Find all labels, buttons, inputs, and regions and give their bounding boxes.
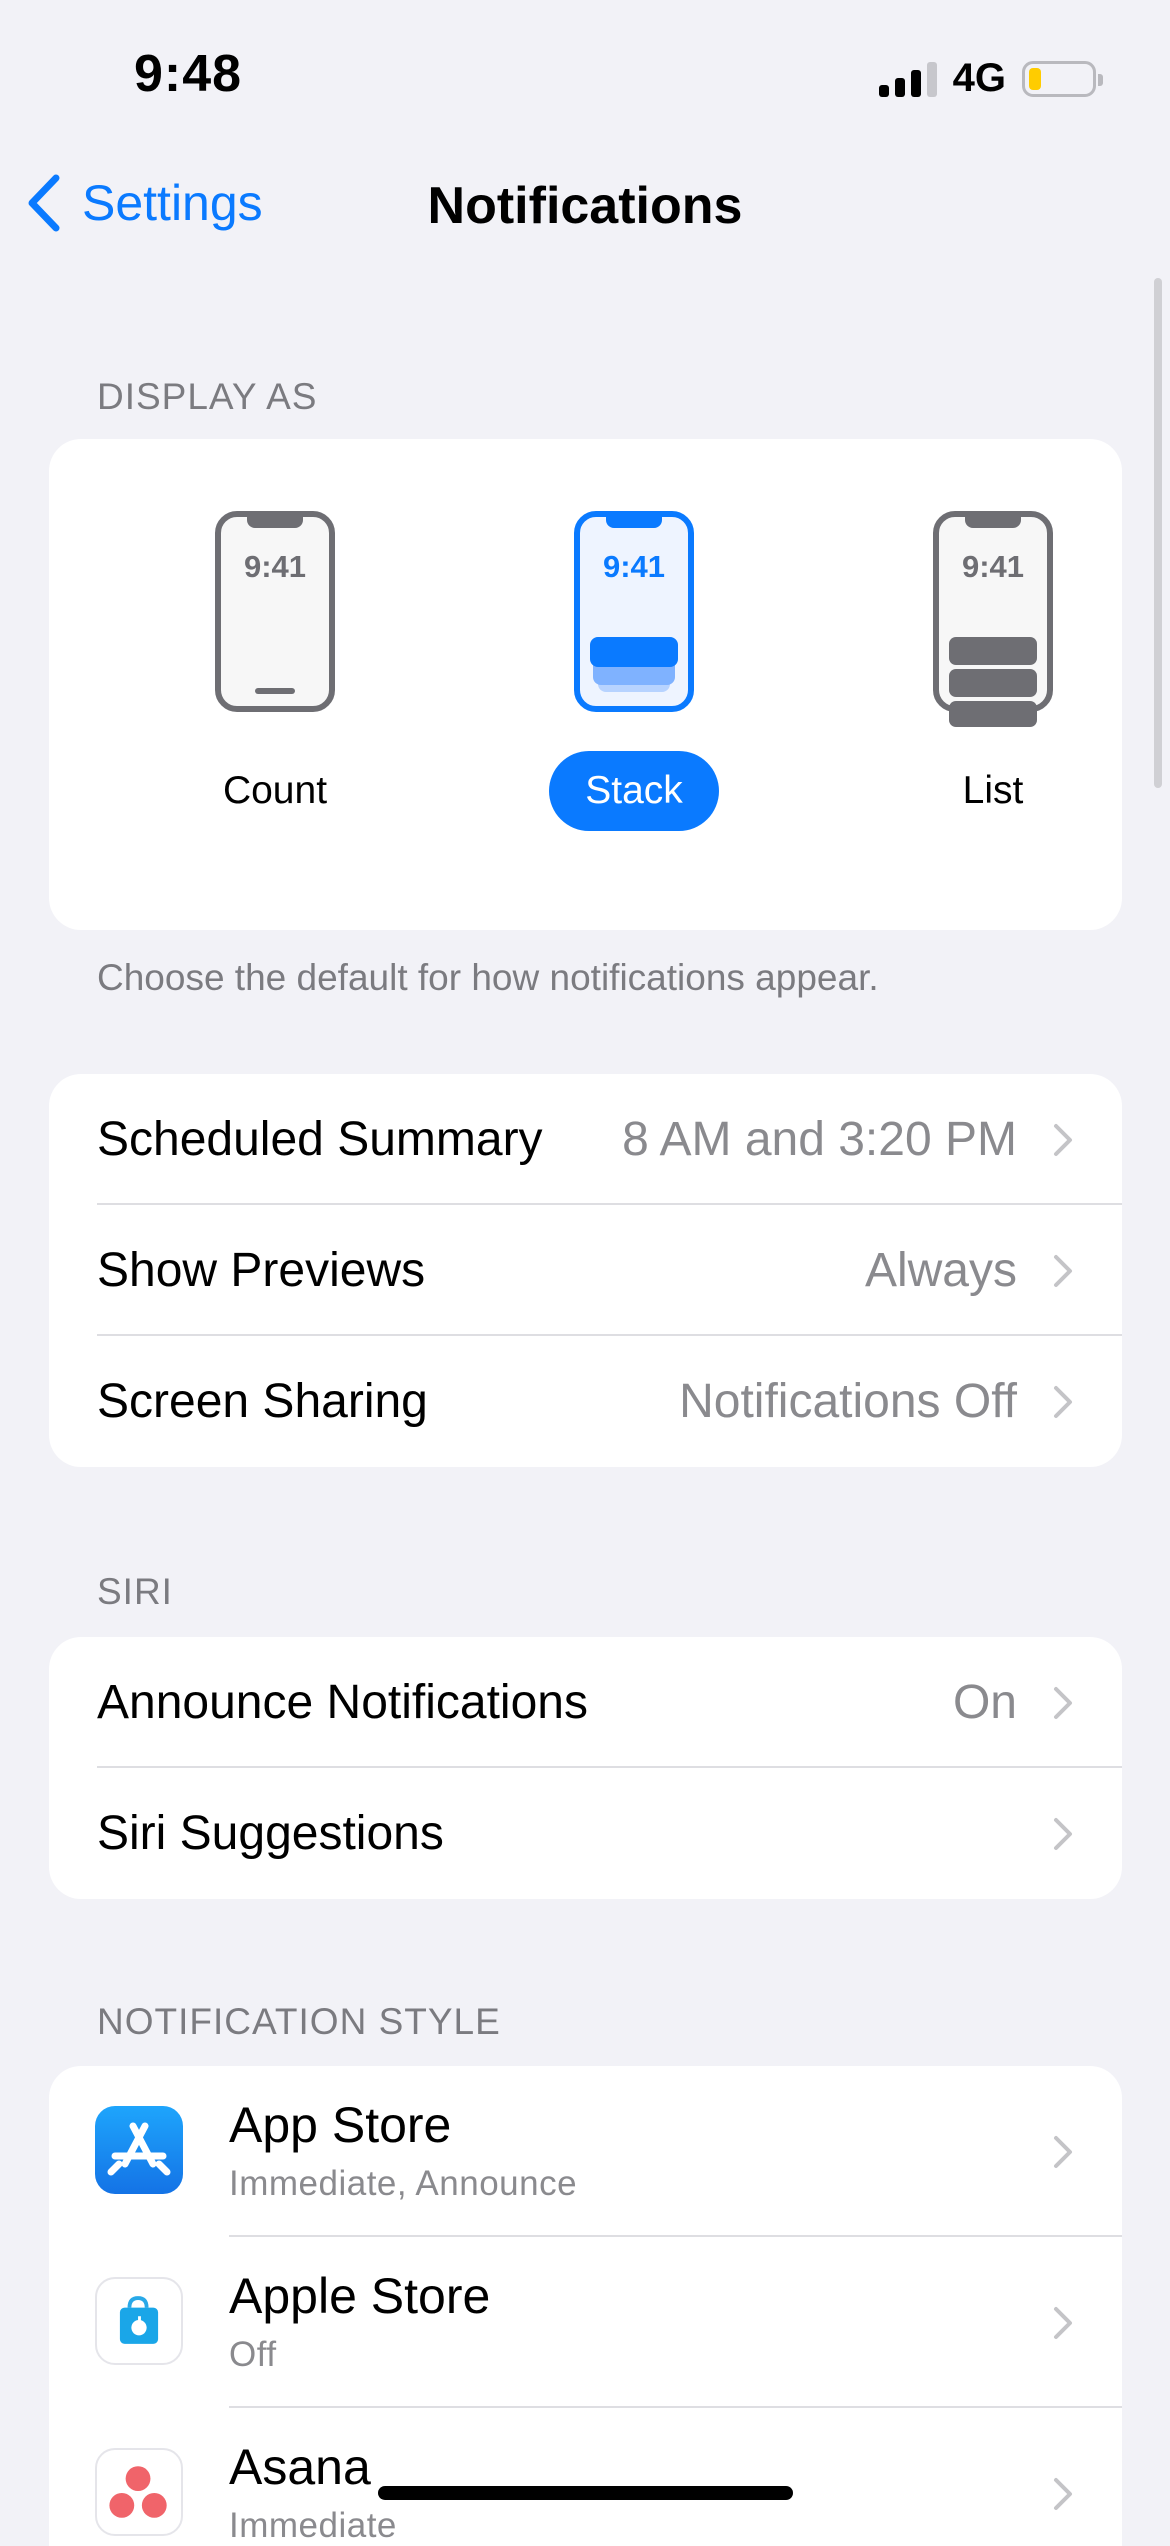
display-option-stack[interactable]: 9:41 Stack bbox=[484, 439, 784, 930]
chevron-right-icon bbox=[1054, 1123, 1072, 1156]
row-label: Screen Sharing bbox=[97, 1375, 428, 1428]
row-screen-sharing[interactable]: Screen Sharing Notifications Off bbox=[49, 1336, 1122, 1467]
chevron-right-icon bbox=[1054, 2136, 1072, 2168]
phone-preview-list: 9:41 bbox=[933, 511, 1053, 727]
display-as-card: 9:41 Count 9:41 Stack 9:41 List bbox=[49, 439, 1122, 930]
chevron-right-icon bbox=[1054, 2307, 1072, 2339]
page-title: Notifications bbox=[427, 177, 743, 235]
chevron-right-icon bbox=[1054, 1817, 1072, 1850]
network-type: 4G bbox=[952, 56, 1006, 100]
app-detail: Off bbox=[229, 2335, 277, 2374]
phone-preview-count: 9:41 bbox=[215, 511, 335, 712]
row-label: Siri Suggestions bbox=[97, 1807, 444, 1860]
chevron-right-icon bbox=[1054, 1385, 1072, 1418]
section-header-display-as: DISPLAY AS bbox=[97, 376, 318, 417]
app-name: App Store bbox=[229, 2097, 452, 2153]
cellular-signal-icon bbox=[878, 61, 937, 97]
siri-card: Announce Notifications On Siri Suggestio… bbox=[49, 1637, 1122, 1899]
phone-preview-time: 9:41 bbox=[243, 549, 307, 584]
row-value: 8 AM and 3:20 PM bbox=[622, 1113, 1017, 1166]
app-row-apple-store[interactable]: Apple Store Off bbox=[49, 2237, 1122, 2408]
row-value: Always bbox=[864, 1244, 1017, 1297]
row-value: On bbox=[952, 1676, 1017, 1729]
section-header-notification-style: NOTIFICATION STYLE bbox=[97, 2001, 501, 2042]
app-store-icon bbox=[95, 2106, 183, 2194]
display-option-list[interactable]: 9:41 List bbox=[843, 439, 1122, 930]
home-indicator[interactable] bbox=[378, 2486, 793, 2500]
row-label: Announce Notifications bbox=[97, 1676, 588, 1729]
app-row-asana[interactable]: Asana Immediate bbox=[49, 2408, 1122, 2546]
notification-style-card: App Store Immediate, Announce Apple Stor… bbox=[49, 2066, 1122, 2546]
row-scheduled-summary[interactable]: Scheduled Summary 8 AM and 3:20 PM bbox=[49, 1074, 1122, 1205]
display-as-footer: Choose the default for how notifications… bbox=[97, 957, 879, 998]
phone-preview-time: 9:41 bbox=[602, 549, 666, 584]
general-settings-card: Scheduled Summary 8 AM and 3:20 PM Show … bbox=[49, 1074, 1122, 1467]
status-time: 9:48 bbox=[134, 45, 243, 103]
display-option-label: Count bbox=[222, 769, 328, 812]
display-option-label: List bbox=[962, 769, 1024, 812]
display-option-label: Stack bbox=[549, 751, 719, 831]
chevron-right-icon bbox=[1054, 2478, 1072, 2510]
app-name: Asana bbox=[229, 2439, 371, 2495]
app-detail: Immediate bbox=[229, 2506, 397, 2545]
apple-store-icon bbox=[95, 2277, 183, 2365]
asana-icon bbox=[95, 2448, 183, 2536]
chevron-right-icon bbox=[1054, 1686, 1072, 1719]
scroll-indicator bbox=[1154, 278, 1162, 788]
phone-preview-stack: 9:41 bbox=[574, 511, 694, 712]
row-announce-notifications[interactable]: Announce Notifications On bbox=[49, 1637, 1122, 1768]
app-name: Apple Store bbox=[229, 2268, 491, 2324]
row-label: Scheduled Summary bbox=[97, 1113, 543, 1166]
row-siri-suggestions[interactable]: Siri Suggestions bbox=[49, 1768, 1122, 1899]
battery-icon bbox=[1022, 60, 1103, 97]
app-detail: Immediate, Announce bbox=[229, 2164, 578, 2203]
app-row-app-store[interactable]: App Store Immediate, Announce bbox=[49, 2066, 1122, 2237]
chevron-right-icon bbox=[1054, 1254, 1072, 1287]
status-indicators: 4G bbox=[878, 56, 1103, 101]
row-show-previews[interactable]: Show Previews Always bbox=[49, 1205, 1122, 1336]
row-value: Notifications Off bbox=[679, 1375, 1017, 1428]
phone-preview-time: 9:41 bbox=[961, 549, 1025, 584]
section-header-siri: SIRI bbox=[97, 1571, 173, 1612]
row-label: Show Previews bbox=[97, 1244, 426, 1297]
display-option-count[interactable]: 9:41 Count bbox=[125, 439, 425, 930]
